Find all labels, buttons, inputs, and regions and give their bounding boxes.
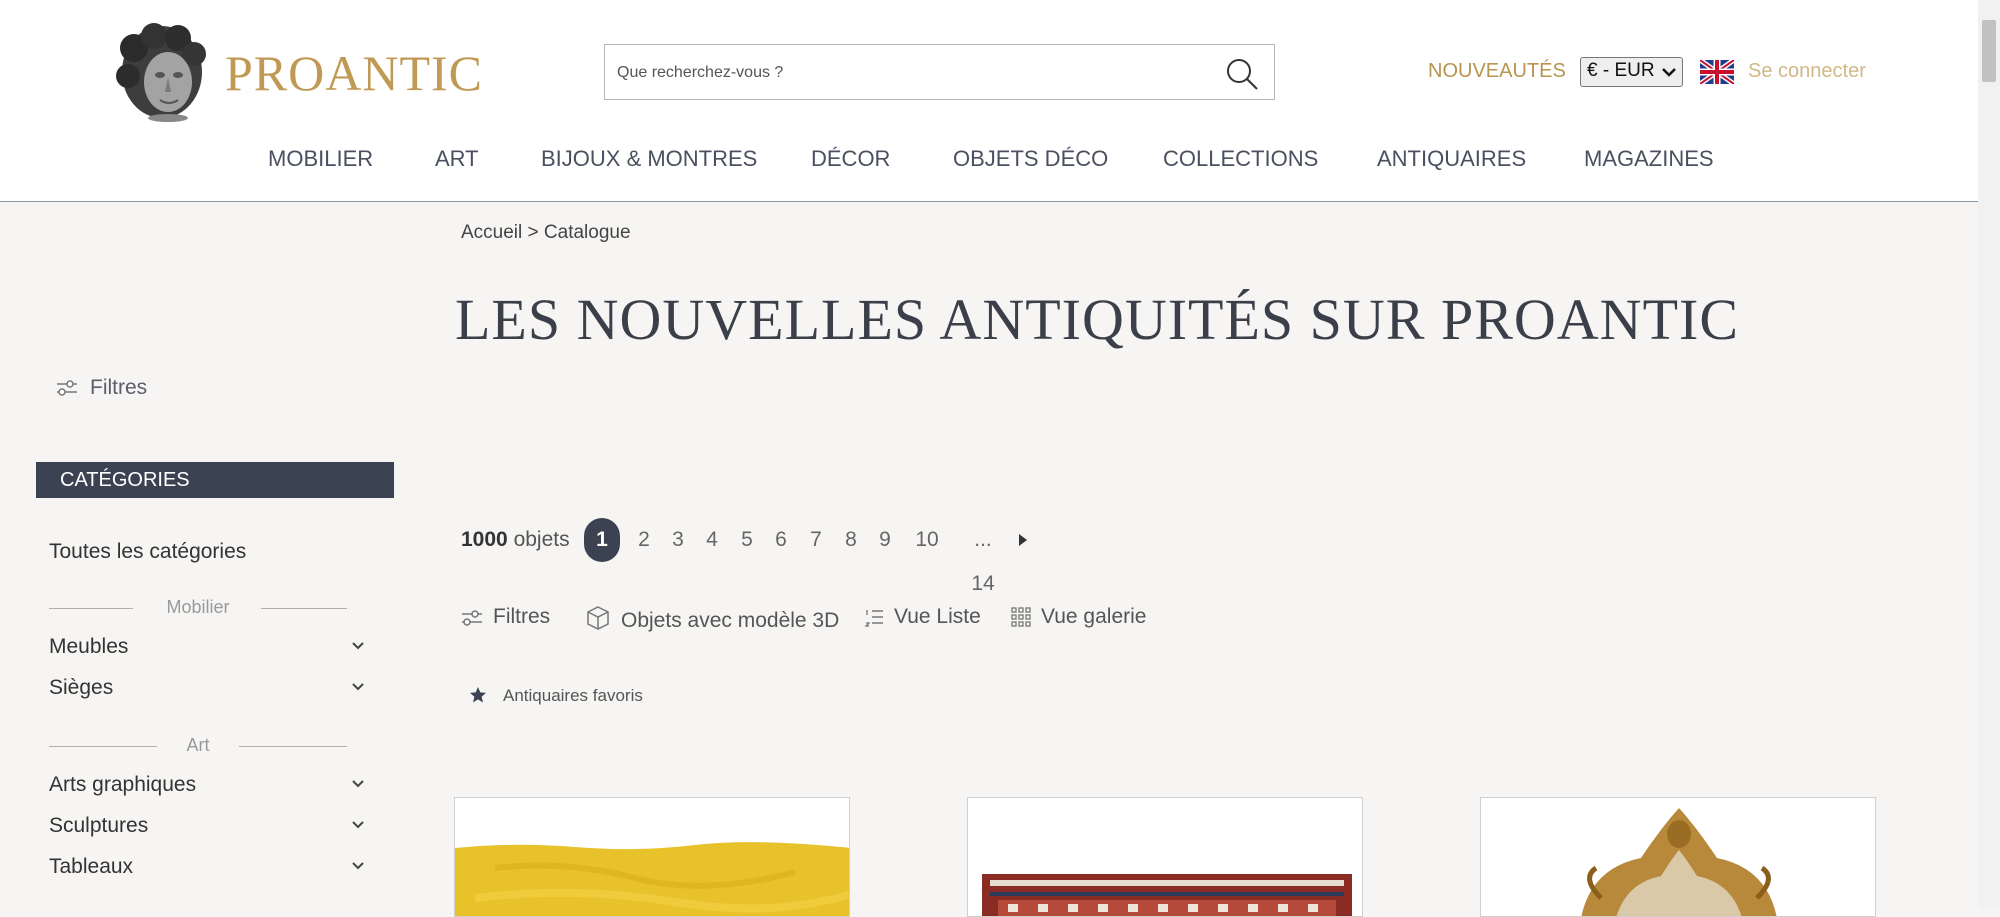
chevron-down-icon <box>352 683 364 691</box>
object-count: 1000 objets <box>461 528 570 552</box>
toolbar-list-view-label: Vue Liste <box>894 605 981 628</box>
group-separator-mobilier: Mobilier <box>49 597 347 619</box>
filter-sliders-icon <box>462 610 482 626</box>
product-image <box>455 798 849 916</box>
cube-3d-icon <box>587 606 609 630</box>
sidebar-item-label: Sculptures <box>49 814 149 837</box>
chevron-down-icon <box>352 642 364 650</box>
search-box <box>604 44 1275 101</box>
search-icon[interactable] <box>1224 56 1260 92</box>
all-categories-link[interactable]: Toutes les catégories <box>49 540 246 564</box>
main-nav: MOBILIER ART BIJOUX & MONTRES DÉCOR OBJE… <box>0 146 1978 182</box>
favorite-dealers-toggle[interactable]: Antiquaires favoris <box>469 686 643 706</box>
page-7[interactable]: 7 <box>808 518 824 562</box>
sidebar-item-tableaux[interactable]: Tableaux <box>49 855 365 885</box>
filter-sliders-icon <box>57 380 77 396</box>
nouveautes-link[interactable]: NOUVEAUTÉS <box>1428 60 1566 83</box>
nav-magazines[interactable]: MAGAZINES <box>1584 146 1714 172</box>
page-scrollbar[interactable] <box>1978 0 2000 908</box>
sidebar-item-sieges[interactable]: Sièges <box>49 676 365 706</box>
star-icon <box>470 687 486 703</box>
group-separator-art: Art <box>49 735 347 757</box>
sidebar-filter-button[interactable]: Filtres <box>56 376 147 400</box>
site-header: PROANTIC NOUVEAUTÉS € - EUR Se connecter… <box>0 0 1978 202</box>
page-6[interactable]: 6 <box>773 518 789 562</box>
login-link[interactable]: Se connecter <box>1748 60 1866 83</box>
favorite-dealers-label: Antiquaires favoris <box>503 686 643 705</box>
caret-right-icon[interactable] <box>1016 532 1030 548</box>
breadcrumb-home[interactable]: Accueil <box>461 222 522 243</box>
chevron-down-icon <box>352 780 364 788</box>
toolbar-gallery-view-label: Vue galerie <box>1041 605 1147 628</box>
sidebar-item-label: Sièges <box>49 676 114 699</box>
scrollbar-thumb[interactable] <box>1982 20 1996 82</box>
sidebar-item-sculptures[interactable]: Sculptures <box>49 814 365 844</box>
search-input[interactable] <box>615 45 1209 101</box>
page-1[interactable]: 1 <box>584 518 620 562</box>
toolbar-filters-label: Filtres <box>493 605 551 628</box>
chevron-down-icon <box>352 862 364 870</box>
object-count-number: 1000 <box>461 528 508 551</box>
page-8[interactable]: 8 <box>843 518 859 562</box>
chevron-down-icon <box>352 821 364 829</box>
product-card[interactable] <box>454 797 850 917</box>
page-title: LES NOUVELLES ANTIQUITÉS SUR PROANTIC <box>455 287 1739 352</box>
product-image <box>968 798 1362 916</box>
breadcrumb: Accueil > Catalogue <box>461 222 631 244</box>
page-4[interactable]: 4 <box>704 518 720 562</box>
page-2[interactable]: 2 <box>636 518 652 562</box>
sidebar-item-label: Arts graphiques <box>49 773 197 796</box>
sidebar-item-arts-graphiques[interactable]: Arts graphiques <box>49 773 365 803</box>
nav-bijoux-montres[interactable]: BIJOUX & MONTRES <box>541 146 757 172</box>
product-card[interactable] <box>1480 797 1876 917</box>
sidebar-item-label: Meubles <box>49 635 129 658</box>
grid-view-icon <box>1011 607 1031 627</box>
product-card[interactable] <box>967 797 1363 917</box>
toolbar-gallery-view-button[interactable]: Vue galerie <box>1011 605 1146 629</box>
brand-name[interactable]: PROANTIC <box>225 44 483 102</box>
currency-select[interactable]: € - EUR <box>1580 57 1683 87</box>
page-9[interactable]: 9 <box>877 518 893 562</box>
page-last[interactable]: ... 14 <box>960 518 1006 595</box>
categories-header: CATÉGORIES <box>36 462 394 498</box>
breadcrumb-separator: > <box>527 222 539 243</box>
nav-art[interactable]: ART <box>435 146 479 172</box>
product-image <box>1481 798 1875 916</box>
chevron-down-icon <box>1662 68 1676 77</box>
sidebar-item-label: Tableaux <box>49 855 134 878</box>
toolbar-list-view-button[interactable]: Vue Liste <box>864 605 981 629</box>
page-3[interactable]: 3 <box>670 518 686 562</box>
sidebar-filter-label: Filtres <box>90 376 148 399</box>
logo-head-icon[interactable] <box>112 20 210 122</box>
toolbar-3d-models-button[interactable]: Objets avec modèle 3D <box>585 605 839 633</box>
object-count-label: objets <box>513 528 570 551</box>
list-view-icon <box>864 610 883 627</box>
currency-value: € - EUR <box>1587 60 1655 81</box>
page-10[interactable]: 10 <box>914 518 940 562</box>
breadcrumb-current[interactable]: Catalogue <box>544 222 631 243</box>
sidebar-item-meubles[interactable]: Meubles <box>49 635 365 665</box>
page-5[interactable]: 5 <box>739 518 755 562</box>
toolbar-3d-models-label: Objets avec modèle 3D <box>621 609 840 632</box>
uk-flag-icon[interactable] <box>1700 60 1734 84</box>
nav-decor[interactable]: DÉCOR <box>811 146 890 172</box>
toolbar-filters-button[interactable]: Filtres <box>461 605 550 629</box>
nav-objets-deco[interactable]: OBJETS DÉCO <box>953 146 1108 172</box>
nav-antiquaires[interactable]: ANTIQUAIRES <box>1377 146 1526 172</box>
nav-collections[interactable]: COLLECTIONS <box>1163 146 1318 172</box>
nav-mobilier[interactable]: MOBILIER <box>268 146 373 172</box>
